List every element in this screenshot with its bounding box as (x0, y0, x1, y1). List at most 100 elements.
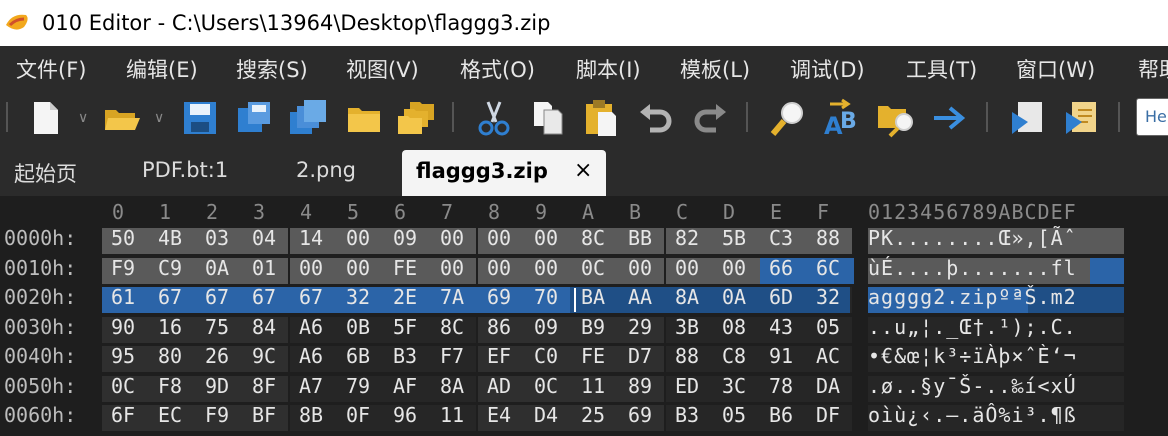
hex-byte[interactable]: 7A (435, 285, 469, 309)
hex-byte[interactable]: 11 (435, 403, 469, 427)
hex-byte[interactable]: 00 (341, 226, 375, 250)
hex-byte[interactable]: 00 (717, 256, 751, 280)
menu-edit[interactable]: 编辑(E) (126, 54, 198, 84)
menu-search[interactable]: 搜索(S) (236, 54, 308, 84)
hex-byte[interactable]: 00 (529, 226, 563, 250)
hex-byte[interactable]: 5B (717, 226, 751, 250)
hex-byte[interactable]: 61 (106, 285, 140, 309)
copy-icon[interactable] (528, 98, 568, 138)
hex-byte[interactable]: A7 (294, 374, 328, 398)
hex-byte[interactable]: BB (623, 226, 657, 250)
hex-byte[interactable]: 67 (247, 285, 281, 309)
hex-byte[interactable]: 5F (388, 315, 422, 339)
hex-byte[interactable]: 00 (294, 256, 328, 280)
chevron-down-icon[interactable]: ∨ (78, 110, 88, 126)
close-icon[interactable]: × (574, 158, 592, 183)
tab-start-page[interactable]: 起始页 (14, 158, 77, 188)
hex-byte[interactable]: 50 (106, 226, 140, 250)
hex-editor[interactable]: 0123456789ABCDEF 0 1 2 3 4 5 6 7 8 9 A B C D E F 0000h: 5… (0, 196, 1168, 436)
hex-byte[interactable]: 2E (388, 285, 422, 309)
hex-byte[interactable]: 8C (576, 226, 610, 250)
hex-byte[interactable]: F9 (106, 256, 140, 280)
ascii-row-text[interactable]: PK........Œ»‚[Ãˆ (868, 226, 1077, 250)
tab-flaggg3-zip[interactable]: flaggg3.zip × (402, 150, 606, 196)
hex-byte[interactable]: 8B (294, 403, 328, 427)
hex-byte[interactable]: 67 (200, 285, 234, 309)
hex-byte[interactable]: 95 (106, 344, 140, 368)
menu-file[interactable]: 文件(F) (16, 54, 86, 84)
hex-byte[interactable]: AA (623, 285, 657, 309)
hex-byte[interactable]: 4B (153, 226, 187, 250)
hex-byte[interactable]: 32 (811, 285, 845, 309)
hex-byte[interactable]: 8C (435, 315, 469, 339)
hex-byte[interactable]: 00 (529, 256, 563, 280)
paste-icon[interactable] (582, 98, 622, 138)
hex-byte[interactable]: EC (153, 403, 187, 427)
hex-byte[interactable]: 96 (388, 403, 422, 427)
hex-byte[interactable]: 09 (529, 315, 563, 339)
open-folder-icon[interactable] (102, 98, 142, 138)
hex-byte[interactable]: 8A (670, 285, 704, 309)
hex-byte[interactable]: AD (482, 374, 516, 398)
hex-byte[interactable]: 6C (811, 256, 845, 280)
hex-byte[interactable]: 00 (623, 256, 657, 280)
hex-byte[interactable]: 8F (247, 374, 281, 398)
hex-byte[interactable]: C0 (529, 344, 563, 368)
run-script-icon[interactable] (1008, 98, 1048, 138)
hex-byte[interactable]: F8 (153, 374, 187, 398)
hex-byte[interactable]: 0C (106, 374, 140, 398)
cut-icon[interactable] (474, 98, 514, 138)
replace-icon[interactable]: AB (822, 98, 862, 138)
find-in-files-icon[interactable] (876, 98, 916, 138)
hex-byte[interactable]: 43 (764, 315, 798, 339)
hex-byte[interactable]: 80 (153, 344, 187, 368)
hex-byte[interactable]: 79 (341, 374, 375, 398)
menu-script[interactable]: 脚本(I) (576, 54, 641, 84)
hex-byte[interactable]: C3 (764, 226, 798, 250)
hex-byte[interactable]: 3C (717, 374, 751, 398)
hex-byte[interactable]: 6D (764, 285, 798, 309)
hex-byte[interactable]: 82 (670, 226, 704, 250)
hex-byte[interactable]: D4 (529, 403, 563, 427)
hex-byte[interactable]: 04 (247, 226, 281, 250)
hex-byte[interactable]: 29 (623, 315, 657, 339)
save-icon[interactable] (180, 98, 220, 138)
hex-byte[interactable]: B9 (576, 315, 610, 339)
hex-byte[interactable]: EF (482, 344, 516, 368)
hex-byte[interactable]: FE (388, 256, 422, 280)
hex-byte[interactable]: 6B (341, 344, 375, 368)
hex-byte[interactable]: 09 (388, 226, 422, 250)
hex-byte[interactable]: B3 (388, 344, 422, 368)
hex-byte[interactable]: 32 (341, 285, 375, 309)
hex-byte[interactable]: BA (576, 285, 610, 309)
menu-format[interactable]: 格式(O) (460, 54, 535, 84)
hex-byte[interactable]: 90 (106, 315, 140, 339)
hex-byte[interactable]: 00 (435, 256, 469, 280)
hex-byte[interactable]: 00 (435, 226, 469, 250)
save-as-icon[interactable] (234, 98, 274, 138)
hex-byte[interactable]: 00 (482, 226, 516, 250)
hex-byte[interactable]: 00 (341, 256, 375, 280)
hex-byte[interactable]: 70 (529, 285, 563, 309)
hex-byte[interactable]: D7 (623, 344, 657, 368)
hex-byte[interactable]: 26 (200, 344, 234, 368)
hex-byte[interactable]: 6F (106, 403, 140, 427)
hex-byte[interactable]: AC (811, 344, 845, 368)
hex-byte[interactable]: 8A (435, 374, 469, 398)
hex-byte[interactable]: 00 (670, 256, 704, 280)
hex-byte[interactable]: 01 (247, 256, 281, 280)
menu-help[interactable]: 帮助 (1138, 54, 1168, 84)
hex-byte[interactable]: 67 (153, 285, 187, 309)
new-file-icon[interactable] (26, 98, 66, 138)
goto-icon[interactable] (930, 98, 970, 138)
hex-byte[interactable]: 3B (670, 315, 704, 339)
hex-byte[interactable]: 0C (576, 256, 610, 280)
hex-byte[interactable]: 88 (670, 344, 704, 368)
hex-byte[interactable]: B3 (670, 403, 704, 427)
hex-byte[interactable]: 00 (482, 256, 516, 280)
undo-icon[interactable] (636, 98, 676, 138)
find-icon[interactable] (768, 98, 808, 138)
hex-byte[interactable]: C9 (153, 256, 187, 280)
hex-byte[interactable]: 78 (764, 374, 798, 398)
hex-byte[interactable]: DF (811, 403, 845, 427)
